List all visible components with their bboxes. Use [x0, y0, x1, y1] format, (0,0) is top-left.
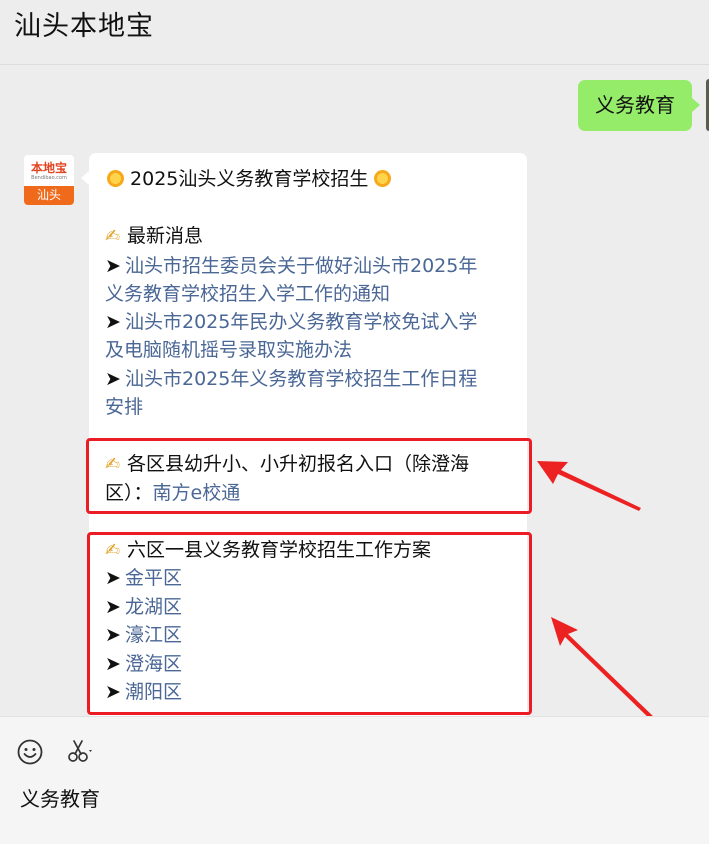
highlight-box-registration	[86, 438, 532, 514]
annotation-arrow-bottom	[551, 617, 655, 721]
arrow-icon: ➤	[105, 255, 121, 277]
news-item-3-line-1: ➤ 汕头市2025年义务教育学校招生工作日程	[105, 365, 477, 394]
chat-header: 汕头本地宝	[0, 0, 709, 65]
news-link-2[interactable]: 汕头市2025年民办义务教育学校免试入学	[125, 311, 477, 333]
annotation-arrow-top	[537, 461, 641, 511]
message-heading-text: 2025汕头义务教育学校招生	[130, 168, 369, 190]
outgoing-message-bubble[interactable]: 义务教育	[578, 80, 700, 131]
chat-title: 汕头本地宝	[14, 11, 154, 42]
news-item-2-line-1: ➤ 汕头市2025年民办义务教育学校免试入学	[105, 308, 477, 337]
avatar-logo-domain: Bendibao.com	[31, 175, 67, 181]
sun-emoji-icon	[374, 170, 392, 187]
news-link-2-line-2[interactable]: 及电脑随机摇号录取实施办法	[105, 336, 352, 365]
news-link-1[interactable]: 汕头市招生委员会关于做好汕头市2025年	[125, 255, 477, 277]
message-input-field[interactable]: 义务教育	[20, 783, 100, 812]
writing-hand-emoji-icon: ✍	[105, 226, 121, 247]
news-link-1-line-2[interactable]: 义务教育学校招生入学工作的通知	[105, 280, 390, 309]
news-item-1-line-1: ➤ 汕头市招生委员会关于做好汕头市2025年	[105, 252, 477, 281]
news-section-title: ✍ 最新消息	[105, 222, 203, 252]
message-input-area: 义务教育	[0, 716, 709, 844]
arrow-icon: ➤	[105, 368, 121, 390]
scissors-icon[interactable]	[65, 737, 95, 765]
news-link-3[interactable]: 汕头市2025年义务教育学校招生工作日程	[125, 368, 477, 390]
avatar-city-label: 汕头	[24, 186, 74, 205]
emoji-icon[interactable]	[17, 739, 43, 765]
bot-avatar[interactable]: 本地宝 Bendibao.com 汕头	[24, 155, 74, 205]
sun-emoji-icon	[107, 170, 124, 187]
news-title-text: 最新消息	[127, 225, 204, 247]
news-link-3-line-2[interactable]: 安排	[105, 393, 143, 422]
arrow-icon: ➤	[105, 311, 121, 333]
avatar-logo-text: 本地宝	[30, 161, 67, 175]
highlight-box-plans	[87, 532, 532, 715]
message-heading: 2025汕头义务教育学校招生	[107, 165, 392, 194]
